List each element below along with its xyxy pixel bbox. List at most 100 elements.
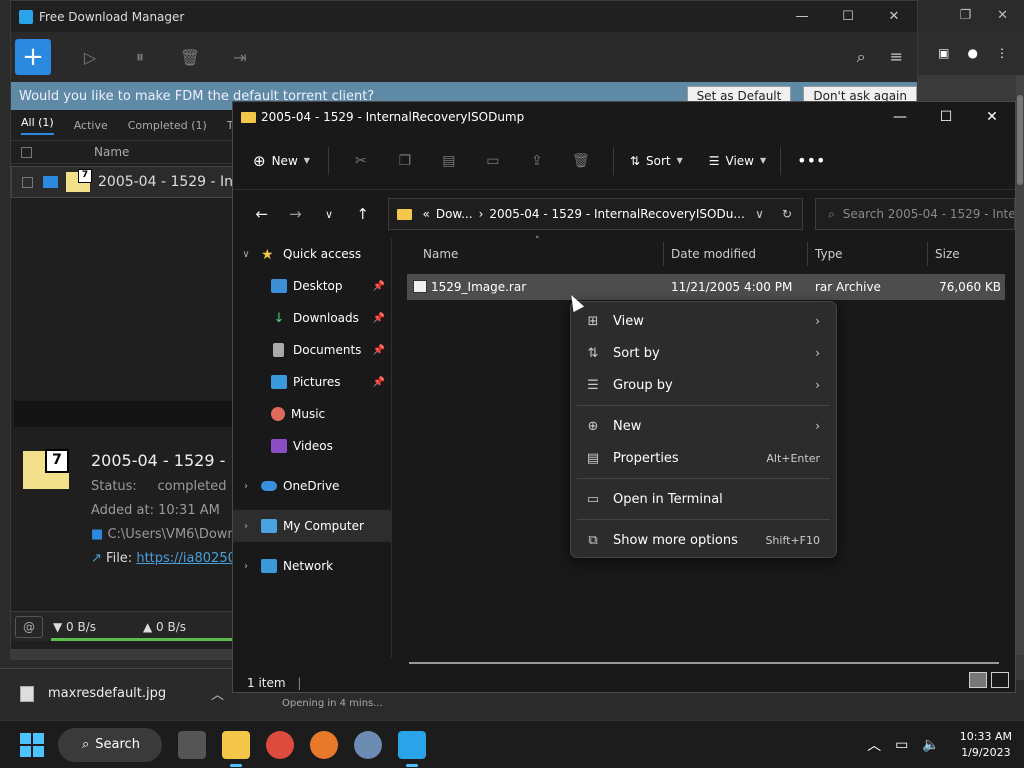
horizontal-scrollbar[interactable]	[11, 649, 251, 659]
menu-item-group-by[interactable]: ☰ Group by ›	[571, 369, 836, 401]
network-icon[interactable]: ▭	[895, 737, 908, 753]
chevron-down-icon[interactable]: ∨	[239, 249, 253, 260]
clock[interactable]: 10:33 AM 1/9/2023	[960, 729, 1012, 761]
up-icon[interactable]: ↑	[346, 205, 380, 223]
name-column-header[interactable]: Name	[94, 145, 129, 159]
start-button[interactable]	[20, 732, 44, 757]
column-divider[interactable]	[663, 242, 664, 266]
nav-downloads[interactable]: ↓ Downloads 📌	[233, 302, 391, 334]
close-icon[interactable]: ✕	[969, 109, 1015, 125]
firefox-icon[interactable]	[310, 730, 338, 759]
fdm-taskbar-icon[interactable]	[398, 730, 426, 767]
scrollbar-thumb[interactable]	[1017, 95, 1023, 185]
row-checkbox[interactable]	[22, 176, 33, 188]
chevron-right-icon[interactable]: ›	[239, 481, 253, 492]
address-bar[interactable]: « Dow... › 2005-04 - 1529 - InternalReco…	[387, 198, 804, 230]
restore-icon[interactable]: ❐	[959, 8, 971, 23]
column-name[interactable]: Name	[423, 247, 458, 261]
back-icon[interactable]: ←	[245, 205, 279, 223]
scrollbar[interactable]	[1016, 75, 1024, 655]
file-link[interactable]: https://ia80250	[136, 551, 236, 566]
nav-onedrive[interactable]: › OneDrive	[233, 470, 391, 502]
tab-completed[interactable]: Completed (1)	[128, 119, 207, 132]
tab-active[interactable]: Active	[74, 119, 108, 132]
paste-icon[interactable]: ▤	[440, 152, 458, 170]
chevron-right-icon[interactable]: ›	[239, 521, 253, 532]
nav-videos[interactable]: Videos	[233, 430, 391, 462]
pause-icon[interactable]: ⏸	[129, 46, 151, 68]
address-segment-downloads[interactable]: Dow...	[436, 207, 473, 221]
play-icon[interactable]: ▷	[79, 46, 101, 68]
delete-icon[interactable]: 🗑	[572, 152, 590, 170]
horizontal-scrollbar[interactable]	[409, 662, 999, 664]
share-icon[interactable]: ⇪	[528, 152, 546, 170]
view-button[interactable]: ☰ View ▼	[709, 154, 766, 168]
tiles-view-icon[interactable]	[991, 672, 1009, 688]
menu-icon[interactable]: ⋮	[996, 46, 1008, 60]
address-overflow[interactable]: «	[423, 207, 430, 221]
taskbar-search[interactable]: ⌕ Search	[58, 727, 162, 762]
menu-item-view[interactable]: ⊞ View ›	[571, 305, 836, 337]
file-row[interactable]: 1529_Image.rar 11/21/2005 4:00 PM rar Ar…	[407, 274, 1005, 300]
tab-all[interactable]: All (1)	[21, 116, 54, 135]
copy-icon[interactable]: ❐	[396, 152, 414, 170]
rename-icon[interactable]: ▭	[484, 152, 502, 170]
cut-icon[interactable]: ✂	[352, 152, 370, 170]
address-segment-current[interactable]: 2005-04 - 1529 - InternalRecoveryISODu..…	[489, 207, 744, 221]
sidebar-icon[interactable]: ▣	[938, 46, 949, 60]
pane-splitter[interactable]	[391, 238, 392, 658]
more-options-icon[interactable]: •••	[797, 151, 825, 170]
minimize-icon[interactable]: —	[779, 9, 825, 24]
nav-network[interactable]: › Network	[233, 550, 391, 582]
menu-item-show-more-options[interactable]: ⧉ Show more options Shift+F10	[571, 524, 836, 556]
shelf-file-name[interactable]: maxresdefault.jpg	[48, 686, 166, 701]
nav-music[interactable]: Music	[233, 398, 391, 430]
chevron-right-icon[interactable]: ›	[239, 561, 253, 572]
chevron-down-icon[interactable]: ∨	[755, 207, 764, 221]
task-view-icon[interactable]	[178, 730, 206, 759]
detail-path[interactable]: ■ C:\Users\VM6\Down	[91, 527, 236, 542]
sort-button[interactable]: ⇅ Sort ▼	[630, 154, 683, 168]
snail-mode-icon[interactable]: @	[15, 615, 43, 638]
nav-my-computer[interactable]: › My Computer	[233, 510, 391, 542]
volume-icon[interactable]: 🔈	[922, 737, 939, 753]
hamburger-menu-icon[interactable]: ≡	[890, 47, 903, 67]
select-all-checkbox[interactable]	[21, 146, 32, 158]
menu-item-properties[interactable]: ▤ Properties Alt+Enter	[571, 442, 836, 474]
chrome-icon[interactable]	[266, 730, 294, 759]
delete-icon[interactable]: 🗑	[179, 46, 201, 68]
chevron-up-icon[interactable]: ︿	[211, 684, 224, 703]
menu-item-open-terminal[interactable]: ▭ Open in Terminal	[571, 483, 836, 515]
menu-item-sort-by[interactable]: ⇅ Sort by ›	[571, 337, 836, 369]
maximize-icon[interactable]: ☐	[825, 9, 871, 24]
new-button[interactable]: ⊕ New ▼	[253, 152, 310, 170]
chevron-up-icon[interactable]: ︿	[867, 735, 881, 755]
recent-locations-icon[interactable]: ∨	[312, 208, 346, 221]
maximize-icon[interactable]: ☐	[923, 109, 969, 125]
column-date-modified[interactable]: Date modified	[671, 247, 756, 261]
search-box[interactable]: ⌕ Search 2005-04 - 1529 - Inter...	[815, 198, 1015, 230]
column-size[interactable]: Size	[935, 247, 960, 261]
column-divider[interactable]	[927, 242, 928, 266]
nav-documents[interactable]: Documents 📌	[233, 334, 391, 366]
settings-icon[interactable]	[354, 730, 382, 759]
path-text: C:\Users\VM6\Down	[107, 527, 236, 542]
folder-icon[interactable]	[43, 176, 58, 188]
close-icon[interactable]: ✕	[871, 9, 917, 24]
refresh-icon[interactable]: ↻	[782, 207, 792, 221]
nav-desktop[interactable]: Desktop 📌	[233, 270, 391, 302]
minimize-icon[interactable]: —	[877, 109, 923, 125]
forward-icon[interactable]: →	[279, 205, 313, 223]
move-icon[interactable]: ⇥	[229, 46, 251, 68]
column-divider[interactable]	[807, 242, 808, 266]
nav-pictures[interactable]: Pictures 📌	[233, 366, 391, 398]
add-download-button[interactable]: +	[15, 39, 51, 75]
profile-icon[interactable]: ●	[968, 46, 978, 60]
file-explorer-icon[interactable]	[222, 730, 250, 767]
column-type[interactable]: Type	[815, 247, 843, 261]
nav-quick-access[interactable]: ∨ ★ Quick access	[233, 238, 391, 270]
details-view-icon[interactable]	[969, 672, 987, 688]
menu-item-new[interactable]: ⊕ New ›	[571, 410, 836, 442]
search-icon[interactable]: ⌕	[857, 47, 866, 67]
close-icon[interactable]: ✕	[997, 8, 1008, 23]
